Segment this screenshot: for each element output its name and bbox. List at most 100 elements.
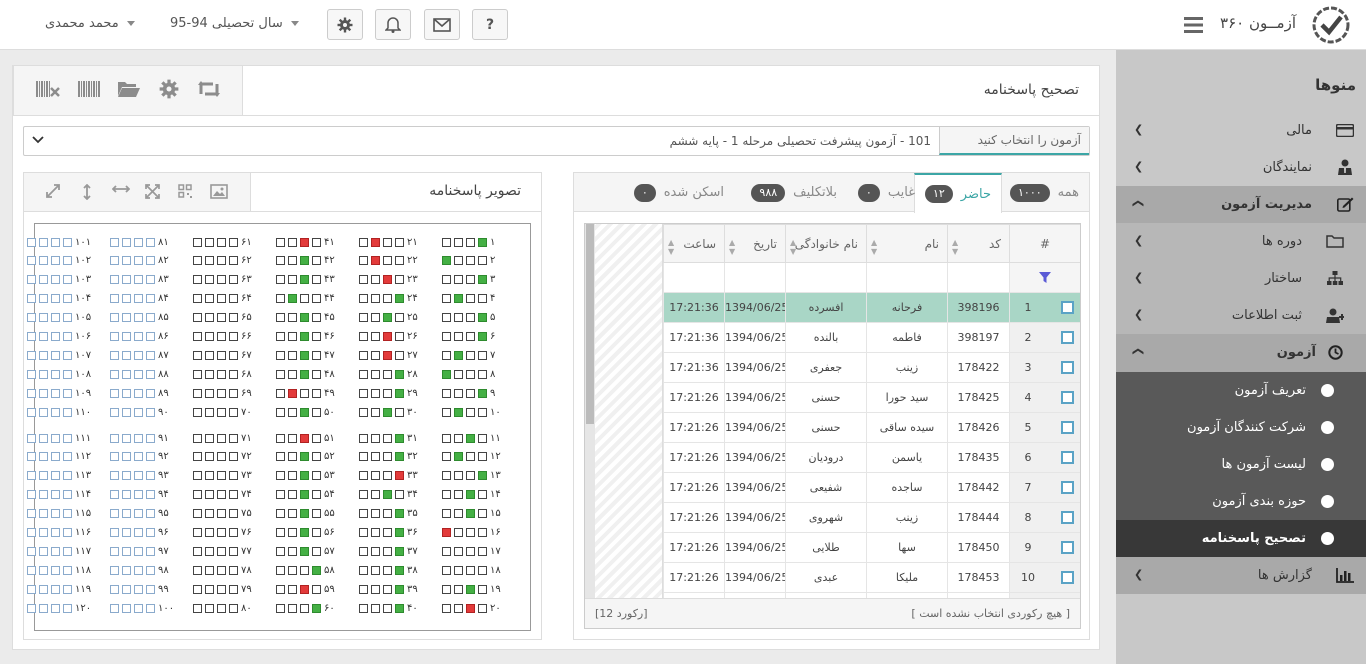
sidebar-item-label: ساختار bbox=[1264, 271, 1302, 286]
tab-scanned[interactable]: اسکن شده ۰ bbox=[624, 173, 734, 212]
answer-bubble bbox=[27, 256, 36, 266]
answer-bubble bbox=[371, 565, 380, 575]
fit-height-button[interactable] bbox=[82, 184, 92, 200]
filter-cell[interactable] bbox=[663, 262, 725, 293]
row-checkbox[interactable] bbox=[1061, 511, 1074, 524]
column-header-last-name[interactable]: نام خانوادگی ▲ ▼ bbox=[785, 224, 867, 263]
messages-button[interactable] bbox=[424, 9, 460, 40]
user-menu-dropdown[interactable]: محمد محمدی bbox=[45, 16, 135, 31]
answer-bubble bbox=[110, 350, 119, 360]
answer-bubble bbox=[39, 509, 48, 519]
filter-cell[interactable] bbox=[947, 262, 1010, 293]
sidebar-item-exam-management[interactable]: مدیریت آزمون ❯ bbox=[1116, 186, 1366, 223]
notifications-button[interactable] bbox=[375, 9, 411, 40]
sidebar-item-reports[interactable]: گزارش ها ❯ bbox=[1116, 557, 1366, 594]
filter-cell[interactable] bbox=[1009, 262, 1080, 293]
sidebar-item-finance[interactable]: مالی ❯ bbox=[1116, 112, 1366, 149]
table-row[interactable]: 17:21:26 1394/06/25 شفیعی ساجده 178442 7 bbox=[663, 472, 1080, 503]
sidebar-item-data-entry[interactable]: ثبت اطلاعات ❯ bbox=[1116, 297, 1366, 334]
answer-bubble bbox=[110, 433, 119, 443]
answer-bubble bbox=[193, 509, 202, 519]
question-number: ۱۳ bbox=[490, 470, 501, 482]
answer-bubble bbox=[27, 388, 36, 398]
filter-cell[interactable] bbox=[785, 262, 867, 293]
row-checkbox[interactable] bbox=[1061, 451, 1074, 464]
open-folder-button[interactable] bbox=[117, 79, 141, 99]
table-row[interactable]: 17:21:26 1394/06/25 عبدی ملیکا 178453 10 bbox=[663, 562, 1080, 593]
sync-button[interactable] bbox=[197, 79, 221, 99]
tab-present[interactable]: حاضر ۱۲ bbox=[913, 173, 1002, 213]
row-number: 7 bbox=[1024, 481, 1032, 494]
question-row: ۱۰۲ bbox=[27, 255, 91, 266]
answer-bubble bbox=[442, 452, 451, 462]
cell-last: عبدی bbox=[785, 562, 867, 593]
table-row[interactable]: 17:21:26 1394/06/25 شهروی زینب 178444 8 bbox=[663, 502, 1080, 533]
tab-all[interactable]: همه ۱۰۰۰ bbox=[1000, 173, 1089, 212]
answer-sheet-image[interactable]: ۱ ۲ ۳ ۴ ۵ ۶ ۷ ۸ ۹ ۱۰ ۱۱ ۱۲ ۱۳ ۱۴ ۱۵ ۱۶ ۱۷ ۱۸ ۱۹ ۲۰ ۲۱ ۲۲ ۲۳ ۲۴ ۲… bbox=[27, 223, 531, 631]
sidebar-item-exam-zoning[interactable]: حوزه بندی آزمون bbox=[1116, 483, 1366, 520]
answer-bubble bbox=[288, 433, 297, 443]
sidebar-item-answer-sheet-correction[interactable]: تصحیح پاسخنامه bbox=[1116, 520, 1366, 557]
image-view-button[interactable] bbox=[210, 184, 228, 199]
sidebar-item-agents[interactable]: نمایندگان ❯ bbox=[1116, 149, 1366, 186]
grid-scrollbar[interactable] bbox=[585, 224, 595, 598]
help-button[interactable]: ? bbox=[472, 9, 508, 40]
answer-bubble bbox=[395, 313, 404, 323]
row-checkbox[interactable] bbox=[1061, 301, 1074, 314]
table-row[interactable]: 17:21:26 1394/06/25 حسنی سیده ساقی 178426 5 bbox=[663, 412, 1080, 443]
answer-bubble bbox=[371, 471, 380, 481]
answer-bubble bbox=[146, 603, 155, 613]
fit-width-button[interactable] bbox=[112, 184, 130, 194]
row-checkbox[interactable] bbox=[1061, 331, 1074, 344]
row-checkbox[interactable] bbox=[1061, 421, 1074, 434]
column-header-code[interactable]: کد ▲ ▼ bbox=[947, 224, 1010, 263]
settings-button[interactable] bbox=[327, 9, 363, 40]
sidebar-item-exam-participants[interactable]: شرکت کنندگان آزمون bbox=[1116, 409, 1366, 446]
fullscreen-button[interactable] bbox=[46, 184, 60, 198]
sidebar-item-structure[interactable]: ساختار ❯ bbox=[1116, 260, 1366, 297]
qr-code-button[interactable] bbox=[178, 184, 192, 198]
table-row[interactable]: 17:21:36 1394/06/25 افسرده فرحانه 398196 1 bbox=[663, 292, 1080, 323]
table-row[interactable]: 17:21:36 1394/06/25 بالنده فاطمه 398197 2 bbox=[663, 322, 1080, 353]
filter-cell[interactable] bbox=[724, 262, 786, 293]
row-checkbox[interactable] bbox=[1061, 361, 1074, 374]
answer-bubble bbox=[312, 388, 321, 398]
row-checkbox[interactable] bbox=[1061, 481, 1074, 494]
row-checkbox[interactable] bbox=[1061, 391, 1074, 404]
row-number: 2 bbox=[1024, 331, 1032, 344]
sidebar-item-exam-list[interactable]: لیست آزمون ها bbox=[1116, 446, 1366, 483]
answer-bubble bbox=[312, 294, 321, 304]
column-header-first-name[interactable]: نام ▲ ▼ bbox=[866, 224, 948, 263]
settings-tool-button[interactable] bbox=[159, 79, 179, 99]
zoom-fit-button[interactable] bbox=[145, 184, 160, 199]
table-row[interactable]: 17:21:26 1394/06/25 حسنی سید حورا 178425 4 bbox=[663, 382, 1080, 413]
table-row[interactable]: 17:21:36 1394/06/25 جعفری زینب 178422 3 bbox=[663, 352, 1080, 383]
column-header-time[interactable]: ساعت ▲ ▼ bbox=[663, 224, 725, 263]
menu-toggle-button[interactable] bbox=[1184, 16, 1204, 34]
table-row[interactable]: 17:21:26 1394/06/25 طلایی سها 178450 9 bbox=[663, 532, 1080, 563]
row-checkbox[interactable] bbox=[1061, 541, 1074, 554]
answer-bubble bbox=[359, 350, 368, 360]
table-row[interactable]: 17:21:26 1394/06/25 درودیان یاسمن 178435 6 bbox=[663, 442, 1080, 473]
barcode-button[interactable] bbox=[78, 79, 100, 99]
row-checkbox[interactable] bbox=[1061, 571, 1074, 584]
question-number: ۴۲ bbox=[324, 255, 335, 267]
barcode-remove-button[interactable] bbox=[36, 79, 62, 99]
column-header-date[interactable]: تاریخ ▲ ▼ bbox=[724, 224, 786, 263]
academic-year-dropdown[interactable]: سال تحصیلی 94-95 bbox=[170, 16, 299, 31]
filter-cell[interactable] bbox=[866, 262, 948, 293]
exam-select[interactable]: آزمون را انتخاب کنید 101 - آزمون پیشرفت … bbox=[23, 126, 1090, 156]
scrollbar-thumb[interactable] bbox=[586, 224, 594, 424]
answer-bubble bbox=[205, 369, 214, 379]
tab-absent[interactable]: غایب ۰ bbox=[848, 173, 925, 212]
question-row: ۸۶ bbox=[110, 331, 174, 342]
sidebar-item-exam[interactable]: آزمون ❯ bbox=[1116, 334, 1366, 372]
sidebar-item-periods[interactable]: دوره ها ❯ bbox=[1116, 223, 1366, 260]
answer-bubble bbox=[134, 388, 143, 398]
app-logo[interactable] bbox=[1296, 0, 1366, 50]
sidebar-item-define-exam[interactable]: تعریف آزمون bbox=[1116, 372, 1366, 409]
answer-bubble bbox=[454, 509, 463, 519]
tab-undecided[interactable]: بلاتکلیف ۹۸۸ bbox=[741, 173, 847, 212]
answer-bubble bbox=[312, 369, 321, 379]
chevron-left-icon: ❯ bbox=[1134, 568, 1144, 581]
